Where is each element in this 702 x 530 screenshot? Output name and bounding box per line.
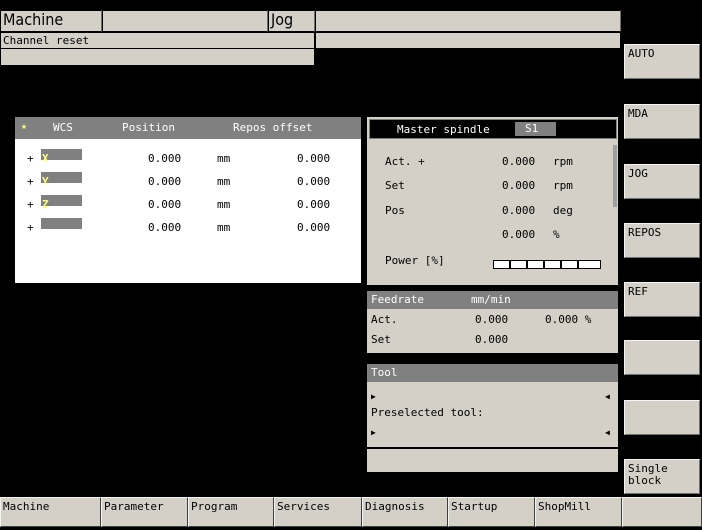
feedrate-title: Feedrate bbox=[371, 293, 424, 306]
table-row[interactable]: + Z 0.000 mm 0.000 bbox=[15, 195, 361, 215]
tool-panel: Tool ▶ ◀ Preselected tool: ▶ ◀ bbox=[367, 364, 618, 472]
power-bar-segment bbox=[527, 260, 544, 269]
power-label: Power [%] bbox=[385, 254, 445, 267]
axis-name-box bbox=[41, 218, 82, 229]
feedrate-set-value: 0.000 bbox=[475, 333, 509, 346]
position-header-label: Position bbox=[122, 121, 175, 134]
hsoftkey-shopmill[interactable]: ShopMill bbox=[535, 497, 622, 527]
hsoftkey-empty[interactable] bbox=[622, 497, 702, 527]
wcs-header-label: WCS bbox=[53, 121, 73, 134]
feedrate-act-percent: 0.000 % bbox=[545, 313, 592, 326]
hsoftkey-program[interactable]: Program bbox=[188, 497, 274, 527]
program-path-field bbox=[102, 10, 268, 32]
axis-name: X bbox=[42, 152, 49, 165]
tool-divider bbox=[367, 447, 618, 449]
repos-header-label: Repos offset bbox=[233, 121, 313, 134]
feedrate-act-value: 0.000 bbox=[475, 313, 509, 326]
tool-title: Tool bbox=[371, 366, 398, 379]
spindle-scrollbar[interactable] bbox=[613, 145, 617, 207]
feedrate-set-label: Set bbox=[371, 333, 391, 346]
spindle-act-unit: rpm bbox=[553, 155, 573, 168]
softkey-empty-2[interactable] bbox=[624, 400, 700, 435]
feedrate-title-bar: Feedrate mm/min bbox=[367, 291, 618, 309]
feedrate-panel: Feedrate mm/min Act. 0.000 0.000 % Set 0… bbox=[367, 291, 618, 353]
spindle-act-label: Act. + bbox=[385, 155, 425, 168]
channel-status-text: Channel reset bbox=[0, 32, 315, 49]
hsoftkey-parameter[interactable]: Parameter bbox=[101, 497, 188, 527]
spindle-set-unit: rpm bbox=[553, 179, 573, 192]
hsoftkey-services[interactable]: Services bbox=[274, 497, 362, 527]
spindle-title: Master spindle bbox=[397, 123, 490, 136]
preselected-right-arrow-icon: ◀ bbox=[605, 428, 610, 437]
channel-status-box: Channel reset bbox=[0, 32, 315, 66]
spindle-pos-value: 0.000 bbox=[502, 204, 536, 217]
axis-position: 0.000 bbox=[148, 221, 182, 234]
power-bar-segment bbox=[544, 260, 561, 269]
power-bar-segment bbox=[493, 260, 510, 269]
coordinate-system-icon: ⭑ bbox=[21, 120, 27, 133]
hsoftkey-machine[interactable]: Machine bbox=[0, 497, 101, 527]
spindle-set-value: 0.000 bbox=[502, 179, 536, 192]
axis-name-box: Y bbox=[41, 172, 82, 188]
axis-position: 0.000 bbox=[148, 198, 182, 211]
hsoftkey-diagnosis[interactable]: Diagnosis bbox=[362, 497, 448, 527]
axis-name-box: Z bbox=[41, 195, 82, 211]
power-bar-segment bbox=[561, 260, 578, 269]
axis-name: Y bbox=[42, 175, 49, 188]
softkey-single-block[interactable]: Single block bbox=[624, 459, 700, 494]
alarm-line bbox=[0, 49, 315, 66]
axis-unit: mm bbox=[217, 221, 231, 234]
table-row[interactable]: + X 0.000 mm 0.000 bbox=[15, 149, 361, 169]
preselected-left-arrow-icon: ▶ bbox=[371, 428, 376, 437]
axis-unit: mm bbox=[217, 175, 231, 188]
power-bar-segment bbox=[578, 260, 601, 269]
spindle-set-label: Set bbox=[385, 179, 405, 192]
program-name-field bbox=[315, 10, 621, 32]
tool-title-bar: Tool bbox=[367, 364, 618, 382]
feedrate-unit: mm/min bbox=[471, 293, 511, 306]
preselected-tool-label: Preselected tool: bbox=[371, 406, 484, 419]
axis-unit: mm bbox=[217, 152, 231, 165]
area-title: Machine bbox=[0, 10, 102, 32]
tool-right-arrow-icon: ◀ bbox=[605, 392, 610, 401]
spindle-act-value: 0.000 bbox=[502, 155, 536, 168]
spindle-id: S1 bbox=[515, 122, 556, 136]
axis-repos: 0.000 bbox=[297, 198, 331, 211]
spindle-load-value: 0.000 bbox=[502, 228, 536, 241]
softkey-empty-1[interactable] bbox=[624, 340, 700, 375]
table-row[interactable]: + 0.000 mm 0.000 bbox=[15, 218, 361, 238]
softkey-ref[interactable]: REF bbox=[624, 282, 700, 317]
spindle-pos-unit: deg bbox=[553, 204, 573, 217]
wcs-table-body: + X 0.000 mm 0.000 + Y 0.000 mm 0.000 + … bbox=[15, 139, 361, 283]
mode-title: Jog bbox=[268, 10, 315, 32]
feedrate-act-label: Act. bbox=[371, 313, 398, 326]
spindle-title-bar: Master spindle S1 bbox=[369, 119, 617, 139]
table-row[interactable]: + Y 0.000 mm 0.000 bbox=[15, 172, 361, 192]
axis-sign: + bbox=[27, 175, 34, 188]
axis-name-box: X bbox=[41, 149, 82, 165]
message-line bbox=[315, 32, 621, 49]
softkey-mda[interactable]: MDA bbox=[624, 104, 700, 139]
wcs-header: ⭑ WCS Position Repos offset bbox=[15, 117, 361, 139]
softkey-jog[interactable]: JOG bbox=[624, 164, 700, 199]
axis-position: 0.000 bbox=[148, 175, 182, 188]
axis-repos: 0.000 bbox=[297, 175, 331, 188]
spindle-load-unit: % bbox=[553, 228, 560, 241]
axis-name: Z bbox=[42, 198, 49, 211]
axis-unit: mm bbox=[217, 198, 231, 211]
axis-position: 0.000 bbox=[148, 152, 182, 165]
spindle-pos-label: Pos bbox=[385, 204, 405, 217]
axis-sign: + bbox=[27, 221, 34, 234]
axis-sign: + bbox=[27, 152, 34, 165]
power-bar-segment bbox=[510, 260, 527, 269]
hsoftkey-startup[interactable]: Startup bbox=[448, 497, 535, 527]
softkey-auto[interactable]: AUTO bbox=[624, 44, 700, 79]
axis-sign: + bbox=[27, 198, 34, 211]
axis-repos: 0.000 bbox=[297, 221, 331, 234]
tool-left-arrow-icon: ▶ bbox=[371, 392, 376, 401]
softkey-repos[interactable]: REPOS bbox=[624, 223, 700, 258]
axis-repos: 0.000 bbox=[297, 152, 331, 165]
